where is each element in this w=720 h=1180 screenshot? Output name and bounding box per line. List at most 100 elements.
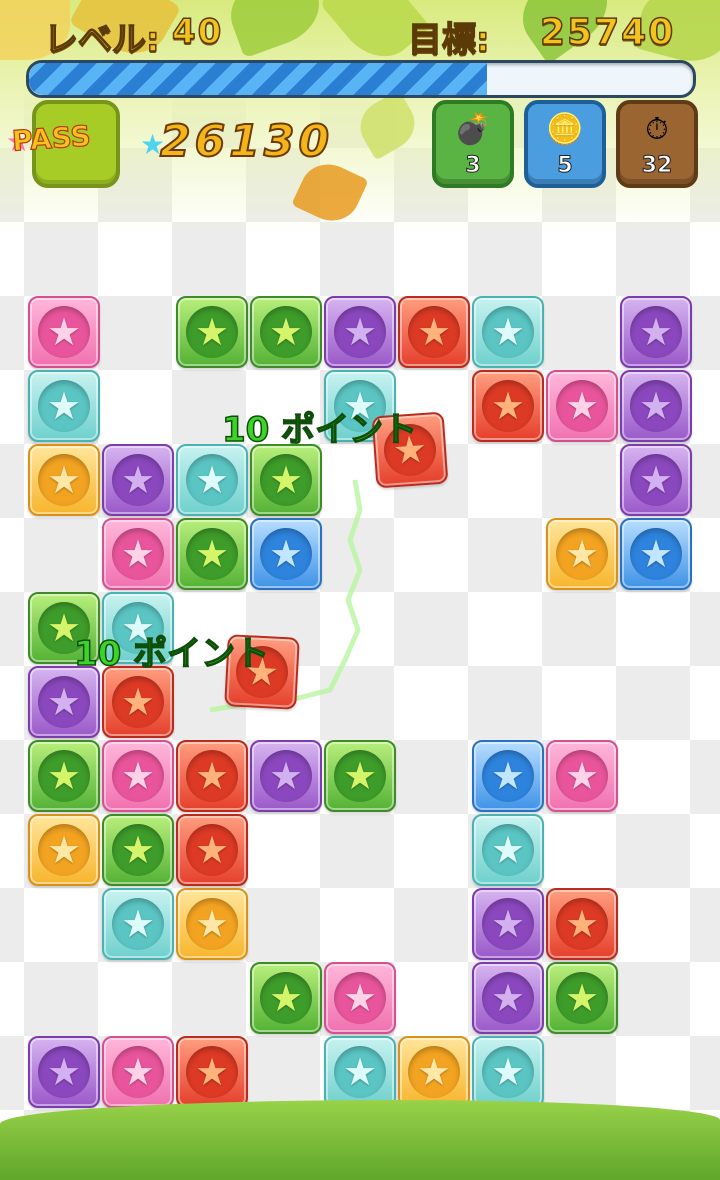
star-tile-green[interactable]: ★ <box>28 740 100 812</box>
star-icon: ★ <box>638 384 674 428</box>
star-tile-green[interactable]: ★ <box>546 962 618 1034</box>
star-tile-red[interactable]: ★ <box>176 814 248 886</box>
star-icon: ★ <box>564 384 600 428</box>
level-label: レベル: <box>43 19 160 61</box>
star-tile-green[interactable]: ★ <box>176 296 248 368</box>
star-tile-green[interactable]: ★ <box>102 814 174 886</box>
target-score: 25740 <box>539 11 676 54</box>
star-tile-green[interactable]: ★ <box>324 740 396 812</box>
star-tile-purple[interactable]: ★ <box>620 444 692 516</box>
star-tile-orange[interactable]: ★ <box>28 814 100 886</box>
star-icon: ★ <box>268 310 304 354</box>
clock-count: 32 <box>641 153 673 179</box>
star-tile-orange[interactable]: ★ <box>546 518 618 590</box>
star-icon: ★ <box>46 310 82 354</box>
level-value: 40 <box>171 11 224 53</box>
star-tile-orange[interactable]: ★ <box>176 888 248 960</box>
star-icon: ★ <box>194 310 230 354</box>
star-icon: ★ <box>416 1050 452 1094</box>
star-icon: ★ <box>416 310 452 354</box>
star-tile-purple[interactable]: ★ <box>472 888 544 960</box>
star-tile-pink[interactable]: ★ <box>28 296 100 368</box>
star-tile-red[interactable]: ★ <box>472 370 544 442</box>
star-icon: ★ <box>46 680 82 724</box>
star-tile-blue[interactable]: ★ <box>620 518 692 590</box>
star-tile-purple[interactable]: ★ <box>250 740 322 812</box>
star-icon: ★ <box>46 828 82 872</box>
star-tile-teal[interactable]: ★ <box>472 814 544 886</box>
star-icon: ★ <box>638 532 674 576</box>
star-icon: ★ <box>564 976 600 1020</box>
star-icon: ★ <box>194 902 230 946</box>
bomb-icon: 💣 <box>454 112 492 147</box>
grass-ground <box>0 1100 720 1180</box>
star-tile-teal[interactable]: ★ <box>324 1036 396 1108</box>
star-tile-pink[interactable]: ★ <box>102 1036 174 1108</box>
star-icon: ★ <box>46 458 82 502</box>
points-popup: 10 ポイント <box>73 633 270 675</box>
star-tile-pink[interactable]: ★ <box>102 740 174 812</box>
star-icon: ★ <box>342 754 378 798</box>
pass-label: PASS <box>10 119 92 159</box>
star-icon: ★ <box>120 754 156 798</box>
score-progress-bar <box>26 60 696 98</box>
star-tile-purple[interactable]: ★ <box>28 1036 100 1108</box>
star-tile-red[interactable]: ★ <box>176 1036 248 1108</box>
star-icon: ★ <box>490 828 526 872</box>
star-tile-pink[interactable]: ★ <box>546 370 618 442</box>
star-tile-purple[interactable]: ★ <box>28 666 100 738</box>
star-tile-teal[interactable]: ★ <box>102 888 174 960</box>
star-icon: ★ <box>342 310 378 354</box>
star-icon: ★ <box>120 902 156 946</box>
star-icon: ★ <box>490 902 526 946</box>
star-icon: ★ <box>46 1050 82 1094</box>
clock-icon: ⏱ <box>645 112 669 147</box>
star-icon: ★ <box>490 310 526 354</box>
target-label: 目標: <box>407 19 490 61</box>
star-tile-red[interactable]: ★ <box>398 296 470 368</box>
star-tile-pink[interactable]: ★ <box>102 518 174 590</box>
star-tile-red[interactable]: ★ <box>546 888 618 960</box>
star-tile-teal[interactable]: ★ <box>472 1036 544 1108</box>
progress-fill <box>29 63 488 95</box>
star-tile-purple[interactable]: ★ <box>620 296 692 368</box>
star-tile-pink[interactable]: ★ <box>546 740 618 812</box>
current-score: 26130 <box>159 115 334 168</box>
star-tile-purple[interactable]: ★ <box>472 962 544 1034</box>
star-icon: ★ <box>46 754 82 798</box>
points-popup: 10 ポイント <box>221 409 418 451</box>
star-tile-purple[interactable]: ★ <box>620 370 692 442</box>
star-icon: ★ <box>120 1050 156 1094</box>
leaf-decoration <box>220 0 330 59</box>
star-icon: ★ <box>194 828 230 872</box>
star-icon: ★ <box>638 458 674 502</box>
star-tile-orange[interactable]: ★ <box>398 1036 470 1108</box>
star-icon: ★ <box>638 310 674 354</box>
star-tile-pink[interactable]: ★ <box>324 962 396 1034</box>
star-tile-blue[interactable]: ★ <box>472 740 544 812</box>
star-icon: ★ <box>490 1050 526 1094</box>
star-icon: ★ <box>46 384 82 428</box>
star-icon: ★ <box>120 680 156 724</box>
clock-powerup-button[interactable]: ⏱ 32 <box>616 100 698 188</box>
star-tile-orange[interactable]: ★ <box>28 444 100 516</box>
star-icon: ★ <box>342 1050 378 1094</box>
star-icon: ★ <box>490 754 526 798</box>
star-icon: ★ <box>564 532 600 576</box>
bomb-count: 3 <box>465 153 481 179</box>
star-tile-teal[interactable]: ★ <box>28 370 100 442</box>
star-tile-purple[interactable]: ★ <box>102 444 174 516</box>
star-tile-green[interactable]: ★ <box>250 962 322 1034</box>
star-tile-purple[interactable]: ★ <box>324 296 396 368</box>
star-tile-teal[interactable]: ★ <box>472 296 544 368</box>
star-icon: ★ <box>120 458 156 502</box>
star-tile-red[interactable]: ★ <box>176 740 248 812</box>
star-icon: ★ <box>268 754 304 798</box>
star-tile-green[interactable]: ★ <box>250 296 322 368</box>
coins-powerup-button[interactable]: 🪙 5 <box>524 100 606 188</box>
star-icon: ★ <box>268 976 304 1020</box>
star-icon: ★ <box>490 976 526 1020</box>
star-icon: ★ <box>194 1050 230 1094</box>
star-tile-red[interactable]: ★ <box>102 666 174 738</box>
bomb-powerup-button[interactable]: 💣 3 <box>432 100 514 188</box>
